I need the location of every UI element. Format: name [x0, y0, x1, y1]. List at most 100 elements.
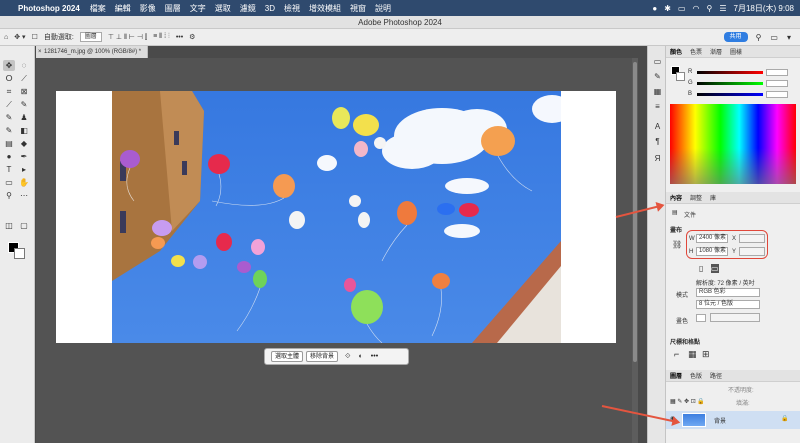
- menu-app-name[interactable]: Photoshop 2024: [18, 4, 80, 13]
- menu-window[interactable]: 視窗: [350, 3, 366, 14]
- layer-lock-icon[interactable]: 🔒: [781, 415, 788, 422]
- healing-tool-icon[interactable]: ✎: [18, 99, 30, 110]
- ruler-icon[interactable]: ⌐: [674, 349, 679, 359]
- lasso-tool-icon[interactable]: ⵔ: [3, 73, 15, 84]
- lock-icons[interactable]: ▦ ✎ ✥ ⊡ 🔒: [670, 398, 705, 405]
- search-icon[interactable]: ⚲: [707, 4, 713, 13]
- tab-channels[interactable]: 色版: [690, 371, 702, 380]
- tab-libraries[interactable]: 庫: [710, 193, 716, 202]
- tab-color[interactable]: 顏色: [670, 47, 682, 56]
- layer-name[interactable]: 背景: [714, 416, 726, 425]
- landscape-icon[interactable]: ▭: [711, 264, 719, 273]
- adjust-icon[interactable]: ◐: [359, 353, 363, 360]
- bluetooth-icon[interactable]: ✱: [664, 4, 671, 13]
- marquee-tool-icon[interactable]: ◌: [18, 60, 30, 71]
- share-button[interactable]: 共用: [723, 32, 748, 42]
- tab-adjustments[interactable]: 調整: [690, 193, 702, 202]
- auto-select-target[interactable]: 圖層: [79, 32, 102, 42]
- blur-tool-icon[interactable]: ◆: [18, 138, 30, 149]
- tab-gradients[interactable]: 漸層: [710, 47, 722, 56]
- search-icon[interactable]: ⚲: [756, 33, 762, 42]
- canvas-section-title[interactable]: 畫布: [670, 225, 682, 234]
- frame-tool-icon[interactable]: ⊠: [18, 86, 30, 97]
- tab-patterns[interactable]: 圖樣: [730, 47, 742, 56]
- bit-depth-select[interactable]: 8 位元 / 色版: [696, 300, 760, 309]
- layer-row-background[interactable]: ◉ 背景 🔒: [666, 411, 800, 429]
- balloons-photo[interactable]: [112, 91, 561, 343]
- screen-mode-icon[interactable]: ▢: [18, 220, 30, 231]
- remove-background-button[interactable]: 移除背景: [306, 351, 339, 362]
- menu-select[interactable]: 選取: [215, 3, 231, 14]
- layer-thumbnail[interactable]: [682, 413, 706, 427]
- green-value[interactable]: [766, 79, 788, 87]
- pen-tool-icon[interactable]: ✒: [18, 151, 30, 162]
- tab-swatches[interactable]: 色票: [690, 47, 702, 56]
- tab-paths[interactable]: 路徑: [710, 371, 722, 380]
- quick-mask-icon[interactable]: ◫: [3, 220, 15, 231]
- workspace-menu-icon[interactable]: ▾: [787, 33, 791, 42]
- select-subject-button[interactable]: 選取主體: [271, 351, 304, 362]
- background-color[interactable]: [14, 248, 25, 259]
- creative-cloud-icon[interactable]: ●: [652, 4, 657, 13]
- eyedropper-tool-icon[interactable]: ⟋: [3, 99, 15, 110]
- object-select-icon[interactable]: ⟋: [18, 73, 30, 84]
- type-tool-icon[interactable]: T: [3, 164, 15, 175]
- portrait-icon[interactable]: ▯: [699, 264, 703, 273]
- glyphs-icon[interactable]: Я: [652, 153, 663, 164]
- brush-tool-icon[interactable]: ✎: [3, 112, 15, 123]
- color-bg-swatch[interactable]: [676, 72, 685, 81]
- crop-tool-icon[interactable]: ⌗: [3, 86, 15, 97]
- close-tab-icon[interactable]: ×: [38, 46, 42, 58]
- tab-layers[interactable]: 圖層: [670, 371, 682, 380]
- eraser-tool-icon[interactable]: ◧: [18, 125, 30, 136]
- tab-properties[interactable]: 內容: [670, 193, 682, 202]
- menu-filter[interactable]: 濾鏡: [240, 3, 256, 14]
- history-icon[interactable]: ▭: [652, 56, 663, 67]
- menu-type[interactable]: 文字: [190, 3, 206, 14]
- shape-tool-icon[interactable]: ▭: [3, 177, 15, 188]
- mode-select[interactable]: RGB 色彩: [696, 288, 760, 297]
- hand-tool-icon[interactable]: ✋: [18, 177, 30, 188]
- swatches-icon[interactable]: ▦: [652, 86, 663, 97]
- zoom-tool-icon[interactable]: ⚲: [3, 190, 15, 201]
- character-icon[interactable]: A: [652, 121, 663, 132]
- adjustments-icon[interactable]: ≡: [652, 101, 663, 112]
- history-brush-icon[interactable]: ✎: [3, 125, 15, 136]
- menu-3d[interactable]: 3D: [265, 4, 275, 13]
- menu-file[interactable]: 檔案: [90, 3, 106, 14]
- guides-section-title[interactable]: 尺標和格點: [670, 337, 700, 346]
- more-options-icon[interactable]: •••: [176, 34, 183, 41]
- green-slider[interactable]: G: [688, 79, 796, 87]
- workspace-icon[interactable]: ▭: [770, 33, 778, 42]
- path-select-icon[interactable]: ▸: [18, 164, 30, 175]
- bg-color-swatch[interactable]: [696, 314, 706, 322]
- green-track[interactable]: [697, 81, 763, 85]
- align-icons[interactable]: ⊤ ⊥ ⫴ ⊢ ⊣ ⫿: [108, 33, 147, 42]
- move-tool-icon[interactable]: ✥: [3, 60, 15, 71]
- menu-layer[interactable]: 圖層: [165, 3, 181, 14]
- dodge-tool-icon[interactable]: ●: [3, 151, 15, 162]
- more-icon[interactable]: •••: [371, 353, 378, 360]
- brush-settings-icon[interactable]: ✎: [652, 71, 663, 82]
- blue-value[interactable]: [766, 90, 788, 98]
- control-center-icon[interactable]: ☰: [719, 4, 726, 13]
- stamp-tool-icon[interactable]: ♟: [18, 112, 30, 123]
- menu-edit[interactable]: 編輯: [115, 3, 131, 14]
- link-icon[interactable]: ⛓: [672, 240, 682, 249]
- wifi-icon[interactable]: ◠: [693, 4, 700, 13]
- more-tools-icon[interactable]: ⋯: [18, 190, 30, 201]
- menu-view[interactable]: 檢視: [284, 3, 300, 14]
- auto-select-checkbox[interactable]: ☐: [32, 33, 38, 41]
- clock[interactable]: 7月18日(木) 9:08: [734, 3, 794, 14]
- distribute-icons[interactable]: ≡ ⦀ ⁞ ⫶: [153, 33, 170, 41]
- home-icon[interactable]: ⌂: [4, 34, 8, 41]
- menu-image[interactable]: 影像: [140, 3, 156, 14]
- bg-color-select[interactable]: [710, 313, 760, 322]
- grid-icon[interactable]: ▦: [688, 349, 697, 360]
- generative-icon[interactable]: ⟐: [345, 353, 351, 361]
- blue-track[interactable]: [697, 92, 763, 96]
- guides-icon[interactable]: ⊞: [702, 349, 710, 360]
- vertical-scrollbar[interactable]: [632, 58, 638, 443]
- document-tab[interactable]: × 1281746_m.jpg @ 100% (RGB/8#) *: [36, 46, 148, 58]
- move-tool-icon[interactable]: ✥ ▾: [14, 33, 25, 41]
